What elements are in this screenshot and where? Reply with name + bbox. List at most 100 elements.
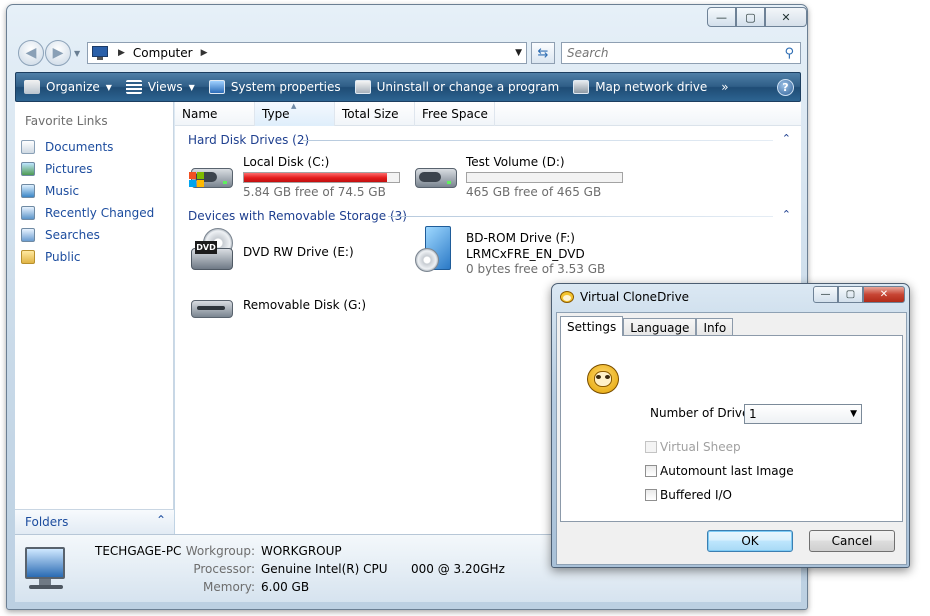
sidebar-item-label: Music — [45, 184, 80, 198]
column-label: Free Space — [422, 107, 488, 121]
cancel-button[interactable]: Cancel — [809, 530, 895, 552]
organize-label: Organize — [46, 80, 100, 94]
dialog-title: Virtual CloneDrive — [580, 290, 690, 304]
sidebar-item-music[interactable]: Music — [21, 182, 79, 200]
sidebar-item-documents[interactable]: Documents — [21, 138, 113, 156]
buffered-io-checkbox[interactable] — [645, 489, 657, 501]
group-header-removable-storage[interactable]: Devices with Removable Storage (3) — [188, 209, 407, 223]
column-total-size[interactable]: Total Size — [335, 102, 415, 126]
drive-name: Test Volume (D:) — [466, 155, 565, 169]
disk-usage-bar — [243, 172, 400, 183]
virtual-sheep-label: Virtual Sheep — [660, 440, 741, 454]
number-of-drives-value: 1 — [749, 407, 757, 421]
views-button[interactable]: Views ▼ — [125, 80, 195, 94]
network-drive-icon — [573, 80, 590, 94]
drive-name: BD-ROM Drive (F:) — [466, 231, 575, 245]
help-icon: ? — [782, 81, 789, 94]
removable-disk-icon — [189, 292, 235, 326]
memory-value: 6.00 GB — [261, 580, 310, 594]
collapse-group-icon[interactable]: ⌃ — [782, 132, 791, 145]
chevron-down-icon: ▼ — [850, 409, 857, 419]
music-icon — [21, 184, 35, 198]
computer-icon — [21, 545, 77, 595]
pictures-icon — [21, 162, 35, 176]
automount-checkbox[interactable] — [645, 465, 657, 477]
organize-icon — [24, 80, 40, 94]
sidebar-item-label: Searches — [45, 228, 100, 242]
sidebar-item-label: Pictures — [45, 162, 93, 176]
breadcrumb-computer[interactable]: Computer — [133, 46, 193, 60]
sidebar-item-searches[interactable]: Searches — [21, 226, 100, 244]
address-dropdown-icon[interactable]: ▼ — [515, 48, 522, 58]
automount-label: Automount last Image — [660, 464, 794, 478]
drive-name: Local Disk (C:) — [243, 155, 330, 169]
computer-name: TECHGAGE-PC — [95, 544, 182, 558]
group-divider — [303, 140, 773, 141]
maximize-button[interactable]: ▢ — [838, 286, 863, 303]
forward-button[interactable]: ▶ — [45, 40, 71, 66]
tab-info[interactable]: Info — [696, 318, 734, 336]
sidebar-item-pictures[interactable]: Pictures — [21, 160, 93, 178]
close-button[interactable]: ✕ — [863, 286, 905, 303]
help-button[interactable]: ? — [777, 79, 794, 96]
column-free-space[interactable]: Free Space — [415, 102, 495, 126]
close-button[interactable]: ✕ — [765, 7, 807, 27]
sidebar-item-label: Recently Changed — [45, 206, 155, 220]
more-commands-button[interactable]: » — [721, 80, 728, 94]
dvd-badge: DVD — [195, 241, 217, 254]
minimize-button[interactable]: — — [813, 286, 838, 303]
collapse-group-icon[interactable]: ⌃ — [782, 208, 791, 221]
uninstall-program-button[interactable]: Uninstall or change a program — [354, 80, 559, 94]
sheep-icon — [559, 289, 575, 305]
tab-strip: Settings Language Info — [560, 316, 734, 336]
minimize-button[interactable]: — — [707, 7, 736, 27]
tab-settings[interactable]: Settings — [560, 316, 624, 336]
search-icon[interactable]: ⚲ — [784, 46, 794, 61]
breadcrumb-separator-icon[interactable]: ▶ — [201, 48, 208, 58]
virtual-sheep-checkbox[interactable] — [645, 441, 657, 453]
refresh-button[interactable]: ⇆ — [531, 42, 555, 64]
group-header-hard-disk-drives[interactable]: Hard Disk Drives (2) — [188, 133, 309, 147]
uninstall-icon — [354, 80, 371, 94]
sidebar-item-label: Documents — [45, 140, 114, 154]
drive-name: Removable Disk (G:) — [243, 298, 367, 312]
column-label: Name — [182, 107, 218, 121]
disk-usage-bar — [466, 172, 623, 183]
memory-label: Memory: — [203, 580, 255, 594]
buffered-io-label: Buffered I/O — [660, 488, 732, 502]
address-bar[interactable]: ▶ Computer ▶ ▼ — [87, 42, 527, 64]
disk-usage-fill — [244, 173, 387, 182]
organize-button[interactable]: Organize ▼ — [24, 80, 112, 94]
system-properties-label: System properties — [230, 80, 341, 94]
map-network-drive-button[interactable]: Map network drive — [573, 80, 707, 94]
workgroup-value: WORKGROUP — [261, 544, 342, 558]
documents-icon — [21, 140, 35, 154]
system-properties-button[interactable]: System properties — [208, 80, 341, 94]
maximize-button[interactable]: ▢ — [736, 7, 765, 27]
back-arrow-icon: ◀ — [25, 45, 37, 61]
sidebar-item-recently-changed[interactable]: Recently Changed — [21, 204, 154, 222]
column-label: Type — [262, 107, 290, 121]
sidebar-item-public[interactable]: Public — [21, 248, 81, 266]
dialog-caption-buttons: — ▢ ✕ — [813, 286, 905, 303]
recently-changed-icon — [21, 206, 35, 220]
processor-speed: 000 @ 3.20GHz — [411, 562, 505, 576]
command-bar: Organize ▼ Views ▼ System properties Uni… — [15, 72, 801, 102]
navigation-pane: Favorite Links Documents Pictures Music … — [15, 102, 174, 534]
chevron-right-double-icon: » — [721, 80, 729, 94]
search-input[interactable] — [567, 46, 767, 60]
tab-language[interactable]: Language — [623, 318, 697, 336]
search-box[interactable]: ⚲ — [561, 42, 801, 64]
folder-icon — [21, 250, 35, 264]
ok-button[interactable]: OK — [707, 530, 793, 552]
folders-toggle[interactable]: Folders ⌃ — [15, 509, 174, 534]
number-of-drives-select[interactable]: 1 ▼ — [744, 404, 862, 424]
column-name[interactable]: Name — [175, 102, 255, 126]
breadcrumb-separator-icon[interactable]: ▶ — [118, 48, 125, 58]
workgroup-label: Workgroup: — [185, 544, 255, 558]
processor-label: Processor: — [193, 562, 255, 576]
back-button[interactable]: ◀ — [18, 40, 44, 66]
chevron-up-icon[interactable]: ⌃ — [156, 513, 166, 527]
favorite-links-header: Favorite Links — [25, 114, 108, 128]
recent-pages-dropdown-icon[interactable]: ▼ — [74, 49, 80, 58]
